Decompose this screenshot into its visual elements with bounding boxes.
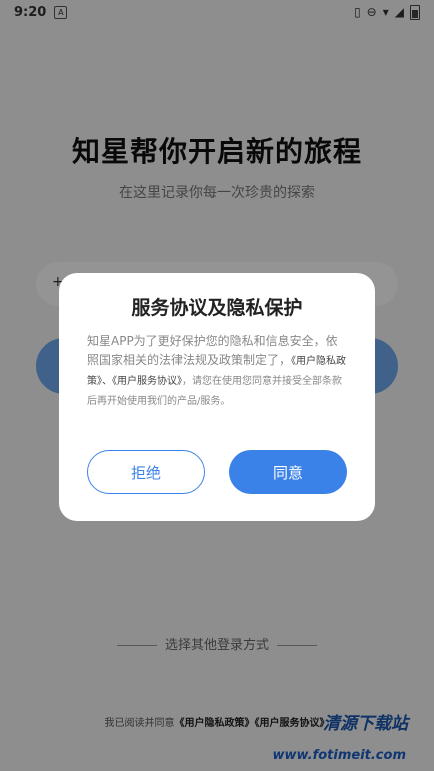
dialog-buttons: 拒绝 同意	[87, 450, 347, 494]
decline-button[interactable]: 拒绝	[87, 450, 205, 494]
dialog-title: 服务协议及隐私保护	[131, 297, 303, 319]
agree-button[interactable]: 同意	[229, 450, 347, 494]
dialog-body: 知星APP为了更好保护您的隐私和信息安全，依照国家相关的法律法规及政策制定了，《…	[87, 332, 347, 411]
privacy-dialog: 服务协议及隐私保护 知星APP为了更好保护您的隐私和信息安全，依照国家相关的法律…	[59, 273, 375, 521]
dialog-service-link[interactable]: 《用户服务协议》	[112, 376, 182, 387]
dialog-separator: 、	[102, 376, 112, 387]
